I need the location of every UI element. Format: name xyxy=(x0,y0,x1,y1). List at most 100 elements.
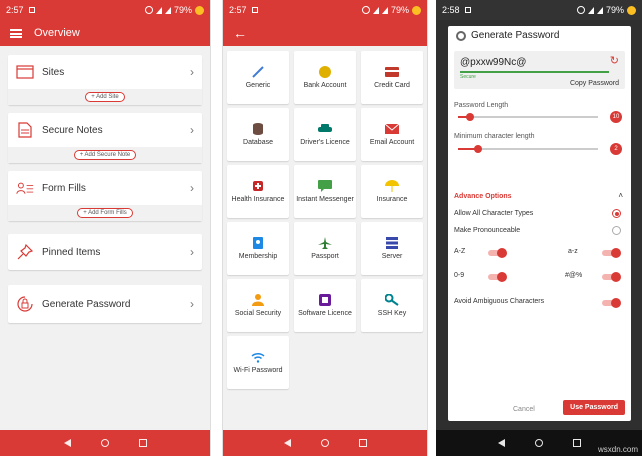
nav-home-icon[interactable] xyxy=(534,439,543,447)
email-icon xyxy=(385,123,399,135)
card-title: Secure Notes xyxy=(42,124,103,136)
nav-home-icon[interactable] xyxy=(100,439,109,447)
signal-icon xyxy=(596,6,603,14)
item-type-tile[interactable]: SSH Key xyxy=(361,279,423,332)
avoid-ambiguous-toggle[interactable] xyxy=(602,298,621,308)
nav-back-icon[interactable] xyxy=(63,439,71,447)
item-type-tile[interactable]: Membership xyxy=(227,222,289,275)
generic-icon xyxy=(251,65,265,78)
uppercase-toggle[interactable] xyxy=(488,248,507,258)
generate-password-card[interactable]: Generate Password › xyxy=(8,285,202,323)
tile-label: SSH Key xyxy=(377,309,407,317)
nav-back-icon[interactable] xyxy=(283,439,291,447)
strength-label: Secure xyxy=(460,74,476,80)
battery-text: 79% xyxy=(173,5,192,15)
tile-label: Server xyxy=(381,252,403,260)
digits-label: 0-9 xyxy=(454,272,465,279)
key-icon xyxy=(385,293,399,306)
tile-label: Passport xyxy=(311,252,339,260)
status-time: 2:58 xyxy=(442,5,460,15)
generated-password[interactable]: @pxxw99Nc@ xyxy=(460,57,526,68)
item-type-tile[interactable]: Generic xyxy=(227,51,289,104)
generate-password-dialog: Generate Password @pxxw99Nc@ ↻ Secure Co… xyxy=(448,26,631,421)
nav-home-icon[interactable] xyxy=(320,439,329,447)
item-type-tile[interactable]: Passport xyxy=(294,222,356,275)
item-type-tile[interactable]: Server xyxy=(361,222,423,275)
lock-refresh-icon xyxy=(16,296,34,312)
tile-label: Bank Account xyxy=(303,81,347,89)
page-title: Overview xyxy=(34,27,80,39)
item-type-tile[interactable]: Email Account xyxy=(361,108,423,161)
password-length-slider[interactable] xyxy=(458,113,598,121)
back-arrow-icon[interactable]: ← xyxy=(233,26,247,40)
item-type-tile[interactable]: Insurance xyxy=(361,165,423,218)
chevron-up-icon[interactable]: ˄ xyxy=(618,191,623,200)
document-icon xyxy=(16,122,34,138)
secure-notes-card[interactable]: Secure Notes › + Add Secure Note xyxy=(8,113,202,163)
digits-toggle[interactable] xyxy=(488,272,507,282)
form-fills-card[interactable]: Form Fills › + Add Form Fills xyxy=(8,171,202,221)
tile-label: Driver's Licence xyxy=(300,138,350,146)
hamburger-menu-icon[interactable] xyxy=(10,28,22,38)
tile-label: Database xyxy=(243,138,273,146)
item-type-tile[interactable]: Instant Messenger xyxy=(294,165,356,218)
dialog-title: Generate Password xyxy=(456,30,559,41)
card-title: Form Fills xyxy=(42,182,86,194)
slider-knob[interactable] xyxy=(466,113,474,121)
tile-label: Credit Card xyxy=(374,81,410,89)
wifi-icon xyxy=(587,6,594,14)
add-secure-note-button[interactable]: + Add Secure Note xyxy=(73,150,137,160)
refresh-icon[interactable]: ↻ xyxy=(610,54,619,67)
status-icons: 79% xyxy=(144,5,204,15)
advance-options-header[interactable]: Advance Options xyxy=(454,193,512,200)
min-length-slider[interactable] xyxy=(458,145,598,153)
status-icons: 79% xyxy=(576,5,636,15)
nav-back-icon[interactable] xyxy=(497,439,505,447)
allow-all-types-label: Allow All Character Types xyxy=(454,210,534,217)
sync-icon xyxy=(361,6,370,14)
credit-card-icon xyxy=(385,66,399,78)
signal-icon xyxy=(164,6,171,14)
lowercase-toggle[interactable] xyxy=(602,248,621,258)
add-site-button[interactable]: + Add Site xyxy=(85,92,125,102)
allow-all-types-radio[interactable] xyxy=(612,209,621,218)
pronounceable-radio[interactable] xyxy=(612,226,621,235)
chevron-right-icon: › xyxy=(190,245,194,259)
copy-password-button[interactable]: Copy Password xyxy=(570,80,619,87)
sites-card[interactable]: Sites › + Add Site xyxy=(8,55,202,105)
item-type-tile[interactable]: Software Licence xyxy=(294,279,356,332)
app-bar: Overview xyxy=(0,20,210,46)
item-type-tile[interactable]: Credit Card xyxy=(361,51,423,104)
chevron-right-icon: › xyxy=(190,181,194,195)
item-type-tile[interactable]: Bank Account xyxy=(294,51,356,104)
item-type-tile[interactable]: Health Insurance xyxy=(227,165,289,218)
tile-label: Membership xyxy=(238,252,278,260)
slider-knob[interactable] xyxy=(474,145,482,153)
cancel-button[interactable]: Cancel xyxy=(513,406,535,413)
use-password-button[interactable]: Use Password xyxy=(563,400,625,415)
avoid-ambiguous-label: Avoid Ambiguous Characters xyxy=(454,298,545,305)
item-type-tile[interactable]: Social Security xyxy=(227,279,289,332)
uppercase-label: A-Z xyxy=(454,248,466,255)
sync-icon xyxy=(144,6,153,14)
item-types-screen: 2:57 79% ← Generic Bank Account Credit Car… xyxy=(222,0,428,456)
symbols-toggle[interactable] xyxy=(602,272,621,282)
nav-recents-icon[interactable] xyxy=(572,439,581,447)
wifi-icon xyxy=(155,6,162,14)
min-length-value: 2 xyxy=(610,143,622,155)
app-badge-icon xyxy=(195,5,204,15)
nav-recents-icon[interactable] xyxy=(138,439,147,447)
card-title: Generate Password xyxy=(42,298,131,310)
watermark-text: wsxdn.com xyxy=(597,445,638,454)
item-type-tile[interactable]: Driver's Licence xyxy=(294,108,356,161)
add-form-fills-button[interactable]: + Add Form Fills xyxy=(77,208,133,218)
nav-recents-icon[interactable] xyxy=(358,439,367,447)
pinned-items-card[interactable]: Pinned Items › xyxy=(8,234,202,270)
status-time: 2:57 xyxy=(229,5,247,15)
chat-bubble-icon xyxy=(318,179,332,192)
item-type-tile[interactable]: Wi-Fi Password xyxy=(227,336,289,389)
item-type-tile[interactable]: Database xyxy=(227,108,289,161)
strength-bar xyxy=(460,71,609,73)
database-icon xyxy=(251,122,265,135)
min-length-label: Minimum character length xyxy=(454,133,535,140)
